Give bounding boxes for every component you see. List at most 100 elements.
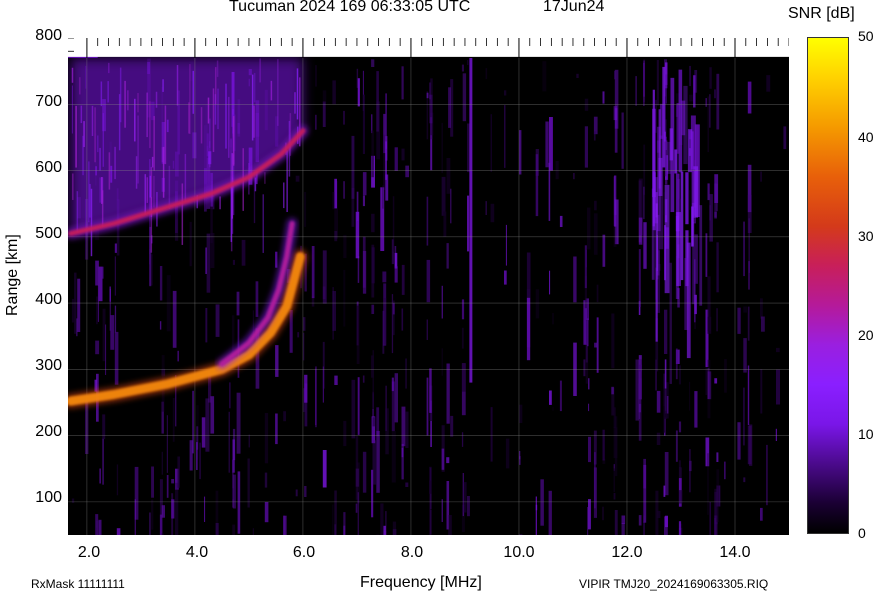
- noise-streak: [555, 161, 559, 180]
- noise-streak: [584, 126, 588, 168]
- spread-echo-streak: [228, 96, 230, 158]
- spread-echo-streak: [212, 88, 215, 153]
- noise-streak: [485, 68, 488, 79]
- noise-streak: [461, 327, 464, 349]
- noise-streak: [614, 70, 616, 80]
- noise-streak: [247, 458, 250, 508]
- noise-streak: [678, 365, 681, 385]
- noise-streak: [766, 444, 768, 506]
- noise-streak: [334, 490, 337, 535]
- noise-streak: [441, 122, 443, 174]
- noise-streak: [664, 516, 668, 535]
- noise-streak: [621, 523, 625, 535]
- noise-streak: [232, 524, 236, 535]
- noise-streak: [392, 196, 395, 252]
- noise-streak: [295, 489, 298, 497]
- noise-streak: [548, 162, 551, 221]
- noise-streak: [504, 270, 507, 285]
- noise-streak: [549, 390, 552, 405]
- spread-echo-streak: [108, 62, 110, 74]
- noise-streak: [709, 501, 711, 535]
- x-tick-label: 2.0: [77, 544, 101, 561]
- noise-streak: [638, 359, 642, 404]
- noise-streak: [205, 308, 208, 343]
- noise-streak: [405, 165, 409, 178]
- interference-streak: [685, 172, 689, 225]
- noise-streak: [613, 427, 618, 459]
- noise-streak: [116, 464, 119, 496]
- noise-streak: [385, 174, 389, 201]
- noise-streak: [392, 521, 397, 535]
- colorbar-tick-label: 40: [858, 129, 874, 145]
- spread-echo-streak: [270, 80, 273, 101]
- interference-streak: [680, 171, 684, 281]
- file-label: VIPIR TMJ20_2024169063305.RIQ: [579, 577, 769, 591]
- noise-streak: [315, 114, 317, 130]
- noise-streak: [114, 256, 116, 296]
- noise-streak: [689, 190, 691, 210]
- spread-echo-streak: [134, 98, 136, 142]
- spread-echo-streak: [135, 156, 138, 189]
- noise-streak: [275, 413, 278, 445]
- noise-streak: [161, 451, 163, 475]
- y-tick-label: 700: [35, 93, 62, 110]
- noise-streak: [264, 472, 268, 488]
- noise-streak: [694, 391, 698, 428]
- noise-streak: [594, 452, 596, 509]
- noise-streak: [382, 271, 387, 283]
- noise-streak: [621, 112, 624, 169]
- noise-streak: [446, 363, 450, 424]
- noise-streak: [504, 90, 507, 96]
- noise-streak: [678, 521, 682, 535]
- noise-streak: [573, 173, 575, 180]
- noise-streak: [549, 117, 553, 171]
- noise-streak: [98, 266, 103, 302]
- x-tick-label: 10.0: [503, 544, 535, 561]
- noise-streak: [362, 94, 365, 154]
- noise-streak: [426, 319, 428, 340]
- noise-streak: [716, 183, 718, 212]
- y-axis-label: Range [km]: [4, 234, 21, 316]
- noise-streak: [355, 468, 360, 487]
- spread-echo-streak: [137, 115, 139, 184]
- noise-streak: [446, 158, 451, 194]
- noise-streak: [678, 421, 682, 433]
- interference-streak: [681, 100, 686, 136]
- noise-streak: [707, 316, 712, 334]
- spread-echo-streak: [100, 81, 103, 107]
- noise-streak: [343, 110, 345, 125]
- noise-streak: [664, 452, 669, 496]
- colorbar-tick-label: 0: [858, 525, 866, 541]
- noise-streak: [552, 406, 554, 411]
- noise-streak: [716, 242, 719, 293]
- noise-streak: [376, 430, 380, 493]
- interference-streak: [676, 102, 680, 154]
- noise-streak: [351, 188, 355, 227]
- noise-streak: [593, 131, 596, 141]
- noise-streak: [401, 443, 404, 480]
- interference-streak: [655, 203, 658, 342]
- noise-streak: [587, 207, 591, 250]
- noise-streak: [584, 245, 587, 289]
- interference-streak: [693, 166, 699, 218]
- spread-echo-streak: [184, 153, 187, 202]
- interference-streak: [699, 205, 703, 306]
- noise-streak: [694, 294, 697, 315]
- noise-streak: [357, 256, 360, 283]
- y-tick-label: 600: [35, 159, 62, 176]
- noise-streak: [467, 195, 470, 252]
- noise-streak: [776, 369, 780, 405]
- noise-streak: [159, 321, 162, 330]
- noise-streak: [394, 147, 398, 171]
- noise-streak: [705, 98, 707, 107]
- noise-streak: [405, 358, 407, 389]
- noise-streak: [526, 297, 531, 361]
- noise-streak: [77, 278, 81, 332]
- noise-streak: [237, 471, 241, 534]
- noise-streak: [588, 499, 591, 530]
- x-tick-label: 4.0: [185, 544, 209, 561]
- noise-streak: [707, 96, 709, 153]
- noise-streak: [643, 222, 647, 269]
- noise-streak: [747, 306, 750, 341]
- noise-streak: [678, 490, 683, 504]
